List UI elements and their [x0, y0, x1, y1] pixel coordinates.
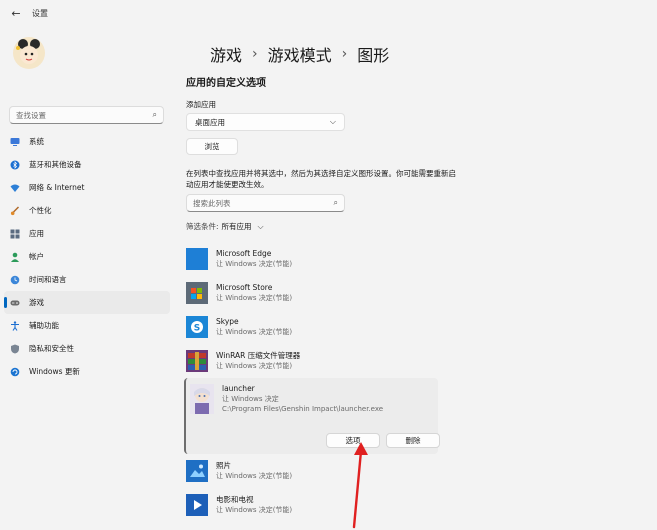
- app-list: Microsoft Edge 让 Windows 决定(节能) Microsof…: [184, 242, 440, 522]
- app-name: Skype: [216, 317, 239, 326]
- sidebar-item-label: 隐私和安全性: [29, 344, 74, 353]
- title-bar: ← 设置: [0, 0, 657, 26]
- photos-icon: [186, 460, 208, 482]
- network-icon: [10, 183, 20, 193]
- app-gpu-preference: 让 Windows 决定(节能): [216, 294, 293, 302]
- shield-icon: [10, 344, 20, 354]
- list-item[interactable]: 照片 让 Windows 决定(节能): [184, 454, 438, 488]
- main-content: 游戏 › 游戏模式 › 图形 应用的自定义选项 添加应用 桌面应用 ⌵ 浏览 在…: [178, 26, 657, 530]
- sidebar: ⌕ 系统 蓝牙和其他设备 网络 & Internet 个性化: [0, 26, 178, 530]
- monitor-icon: [10, 137, 20, 147]
- list-search-input[interactable]: [193, 198, 323, 208]
- list-item[interactable]: launcher 让 Windows 决定 C:\Program Files\G…: [188, 378, 438, 422]
- sidebar-item-label: 网络 & Internet: [29, 183, 85, 192]
- browse-button[interactable]: 浏览: [186, 138, 238, 155]
- gamepad-icon: [10, 298, 20, 308]
- sidebar-item-system[interactable]: 系统: [4, 130, 170, 153]
- list-item[interactable]: S Skype 让 Windows 决定(节能): [184, 310, 438, 344]
- sidebar-item-label: 系统: [29, 137, 44, 146]
- sidebar-item-label: 辅助功能: [29, 321, 59, 330]
- breadcrumb: 游戏 › 游戏模式 › 图形: [210, 42, 389, 66]
- expanded-list-item[interactable]: launcher 让 Windows 决定 C:\Program Files\G…: [184, 378, 440, 454]
- sidebar-item-gaming[interactable]: 游戏: [4, 291, 170, 314]
- sidebar-item-bluetooth[interactable]: 蓝牙和其他设备: [4, 153, 170, 176]
- app-gpu-preference: 让 Windows 决定(节能): [216, 506, 293, 514]
- sidebar-item-privacy[interactable]: 隐私和安全性: [4, 337, 170, 360]
- sidebar-item-personalization[interactable]: 个性化: [4, 199, 170, 222]
- add-app-label: 添加应用: [186, 100, 216, 109]
- filter-label: 筛选条件:: [186, 222, 219, 231]
- section-title: 应用的自定义选项: [186, 78, 266, 89]
- app-gpu-preference: 让 Windows 决定(节能): [216, 362, 293, 370]
- sidebar-item-accounts[interactable]: 帐户: [4, 245, 170, 268]
- bluetooth-icon: [10, 160, 20, 170]
- sidebar-item-accessibility[interactable]: 辅助功能: [4, 314, 170, 337]
- settings-search-input[interactable]: [16, 110, 146, 120]
- list-item[interactable]: Microsoft Store 让 Windows 决定(节能): [184, 276, 438, 310]
- sidebar-item-windows-update[interactable]: Windows 更新: [4, 360, 170, 383]
- app-name: Microsoft Store: [216, 283, 273, 292]
- app-gpu-preference: 让 Windows 决定(节能): [216, 472, 293, 480]
- filter-dropdown[interactable]: 筛选条件: 所有应用 ⌵: [186, 221, 264, 232]
- svg-text:S: S: [194, 324, 200, 334]
- brush-icon: [10, 205, 20, 216]
- edge-icon: [186, 248, 208, 270]
- app-name: 电影和电视: [216, 495, 254, 504]
- breadcrumb-game-mode[interactable]: 游戏模式: [268, 42, 332, 66]
- app-gpu-preference: 让 Windows 决定(节能): [216, 328, 293, 336]
- app-name: Microsoft Edge: [216, 249, 272, 258]
- back-button[interactable]: ←: [6, 3, 26, 23]
- sidebar-item-network[interactable]: 网络 & Internet: [4, 176, 170, 199]
- sidebar-item-label: 个性化: [29, 206, 52, 215]
- avatar[interactable]: [12, 36, 46, 70]
- app-name: launcher: [222, 384, 255, 393]
- app-name: 照片: [216, 461, 231, 470]
- app-gpu-preference: 让 Windows 决定(节能): [216, 260, 293, 268]
- app-title: 设置: [32, 8, 48, 18]
- annotation-arrow: [352, 442, 368, 529]
- dropdown-value: 桌面应用: [195, 117, 225, 127]
- sidebar-item-apps[interactable]: 应用: [4, 222, 170, 245]
- store-icon: [186, 282, 208, 304]
- sidebar-item-label: 蓝牙和其他设备: [29, 160, 82, 169]
- update-icon: [10, 367, 20, 377]
- sidebar-nav: 系统 蓝牙和其他设备 网络 & Internet 个性化 应用 帐户 时间和语言…: [4, 130, 170, 383]
- breadcrumb-gaming[interactable]: 游戏: [210, 42, 242, 66]
- account-icon: [10, 252, 20, 262]
- app-gpu-preference: 让 Windows 决定: [222, 395, 279, 403]
- sidebar-item-label: 游戏: [29, 298, 44, 307]
- list-search-box[interactable]: ⌕: [186, 194, 345, 212]
- chevron-down-icon: ⌵: [257, 221, 264, 231]
- breadcrumb-separator: ›: [341, 46, 348, 62]
- description-text: 在列表中查找应用并将其选中，然后为其选择自定义图形设置。你可能需要重新启动应用才…: [186, 169, 456, 189]
- apps-icon: [10, 229, 20, 239]
- chevron-down-icon: ⌵: [329, 117, 336, 126]
- sidebar-item-label: Windows 更新: [29, 367, 80, 376]
- accessibility-icon: [10, 320, 20, 331]
- app-name: WinRAR 压缩文件管理器: [216, 351, 301, 360]
- remove-button[interactable]: 删除: [386, 433, 440, 448]
- sidebar-item-label: 应用: [29, 229, 44, 238]
- sidebar-item-label: 帐户: [29, 252, 44, 261]
- breadcrumb-graphics: 图形: [357, 46, 390, 65]
- breadcrumb-separator: ›: [252, 46, 258, 62]
- search-icon[interactable]: ⌕: [334, 198, 338, 208]
- filter-value: 所有应用: [221, 222, 252, 231]
- settings-search-box[interactable]: ⌕: [9, 106, 164, 124]
- movies-icon: [186, 494, 208, 516]
- app-type-dropdown[interactable]: 桌面应用 ⌵: [186, 113, 345, 131]
- globe-clock-icon: [10, 275, 20, 285]
- winrar-icon: [186, 350, 208, 372]
- sidebar-item-time-language[interactable]: 时间和语言: [4, 268, 170, 291]
- list-item[interactable]: 电影和电视 让 Windows 决定(节能): [184, 488, 438, 522]
- sidebar-item-label: 时间和语言: [29, 275, 67, 284]
- search-icon[interactable]: ⌕: [153, 110, 157, 120]
- list-item[interactable]: WinRAR 压缩文件管理器 让 Windows 决定(节能): [184, 344, 438, 378]
- launcher-icon: [190, 384, 214, 414]
- app-path: C:\Program Files\Genshin Impact\launcher…: [222, 405, 384, 413]
- skype-icon: S: [186, 316, 208, 338]
- list-item[interactable]: Microsoft Edge 让 Windows 决定(节能): [184, 242, 438, 276]
